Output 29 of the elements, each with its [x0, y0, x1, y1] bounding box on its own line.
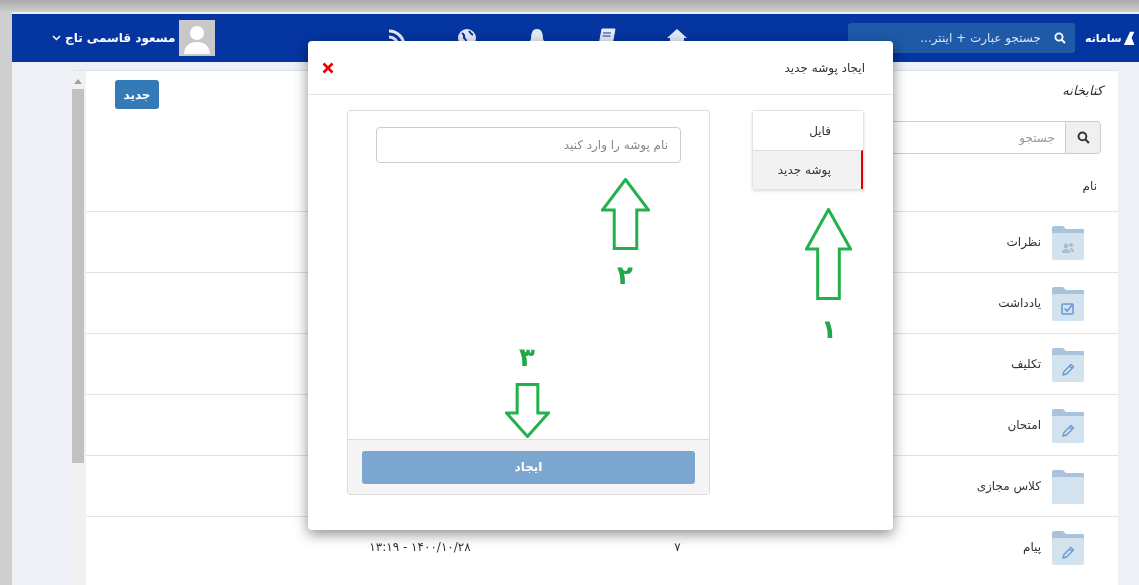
size-text: ۷	[674, 540, 681, 554]
logo-icon	[1122, 29, 1135, 47]
folder-icon[interactable]	[1051, 529, 1085, 565]
logo-text: سامانه	[1085, 31, 1122, 45]
new-button[interactable]: جدید	[115, 80, 159, 109]
search-icon	[1076, 131, 1090, 144]
folder-name[interactable]: کلاس مجازی	[976, 479, 1041, 493]
folder-name[interactable]: امتحان	[1007, 418, 1041, 432]
tab[interactable]: پوشه جدید	[753, 150, 863, 189]
folder-name[interactable]: یادداشت	[998, 296, 1041, 310]
search-icon	[1054, 32, 1066, 44]
tab[interactable]: فایل	[753, 111, 863, 150]
close-icon[interactable]	[322, 61, 334, 74]
annotation-number: ۲	[617, 262, 633, 288]
date-text: ۱۴۰۰/۱۰/۲۸ - ۱۳:۱۹	[369, 540, 471, 554]
folder-name[interactable]: تکلیف	[1011, 357, 1041, 371]
annotation-number: ۳	[519, 344, 535, 370]
search-button[interactable]	[1065, 121, 1101, 154]
folder-name[interactable]: پیام	[1022, 540, 1041, 554]
folder-name[interactable]: نظرات	[1006, 235, 1041, 249]
caret-icon[interactable]	[52, 35, 61, 41]
avatar[interactable]	[179, 20, 216, 56]
folder-name-field[interactable]: نام پوشه را وارد کنید	[376, 127, 681, 163]
annotation-number: ۱	[821, 316, 837, 342]
scrollbar[interactable]	[70, 71, 86, 585]
folder-icon[interactable]	[1051, 407, 1085, 443]
dialog-title: ایجاد پوشه جدید	[784, 60, 865, 75]
folder-icon[interactable]	[1051, 346, 1085, 382]
user-name[interactable]: مسعود قاسمی تاج	[65, 31, 176, 45]
